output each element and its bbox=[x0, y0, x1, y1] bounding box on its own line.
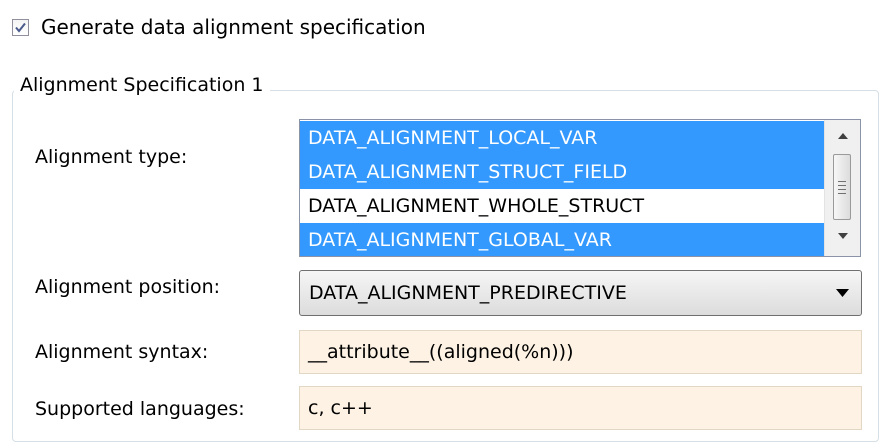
scroll-up-arrow-icon[interactable] bbox=[825, 124, 860, 148]
scroll-down-arrow-icon[interactable] bbox=[825, 224, 860, 248]
generate-alignment-label: Generate data alignment specification bbox=[41, 15, 426, 39]
alignment-position-label: Alignment position: bbox=[35, 276, 221, 298]
group-title: Alignment Specification 1 bbox=[14, 72, 270, 98]
supported-languages-label: Supported languages: bbox=[35, 398, 245, 420]
alignment-syntax-label: Alignment syntax: bbox=[35, 341, 209, 363]
list-item[interactable]: DATA_ALIGNMENT_GLOBAL_VAR bbox=[300, 223, 824, 256]
listbox-scrollbar[interactable] bbox=[824, 120, 860, 256]
alignment-type-listbox[interactable]: DATA_ALIGNMENT_LOCAL_VAR DATA_ALIGNMENT_… bbox=[299, 119, 861, 257]
supported-languages-field[interactable]: c, c++ bbox=[299, 386, 862, 430]
checkbox-checked-icon[interactable] bbox=[12, 18, 29, 36]
alignment-type-label: Alignment type: bbox=[35, 146, 188, 168]
scroll-thumb[interactable] bbox=[833, 154, 851, 220]
alignment-position-dropdown[interactable]: DATA_ALIGNMENT_PREDIRECTIVE bbox=[299, 270, 862, 316]
list-item[interactable]: DATA_ALIGNMENT_STRUCT_FIELD bbox=[300, 155, 824, 189]
alignment-syntax-field[interactable]: __attribute__((aligned(%n))) bbox=[299, 330, 862, 374]
generate-alignment-checkbox[interactable]: Generate data alignment specification bbox=[12, 15, 426, 39]
alignment-position-value: DATA_ALIGNMENT_PREDIRECTIVE bbox=[309, 282, 627, 304]
chevron-down-icon bbox=[836, 289, 849, 297]
list-item[interactable]: DATA_ALIGNMENT_LOCAL_VAR bbox=[300, 121, 824, 155]
list-item[interactable]: DATA_ALIGNMENT_WHOLE_STRUCT bbox=[300, 189, 824, 223]
